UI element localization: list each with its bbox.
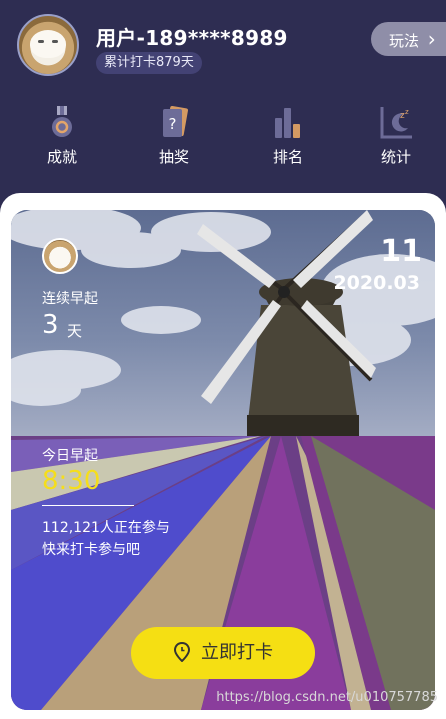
feature-nav: 成就 ? 抽奖 排名 z z 统计: [0, 100, 446, 172]
medal-icon: [52, 106, 72, 137]
date-year-month: 2020.03: [333, 272, 420, 294]
svg-text:z: z: [405, 108, 409, 116]
nav-item-statistics[interactable]: z z 统计: [351, 100, 441, 167]
checkin-now-label: 立即打卡: [201, 642, 273, 663]
username: 用户-189****8989: [96, 26, 288, 50]
nav-label-statistics: 统计: [380, 148, 411, 166]
cat-face-image: [30, 30, 66, 58]
streak-unit: 天: [67, 322, 83, 340]
nav-label-achievements: 成就: [46, 148, 77, 166]
checkin-now-button[interactable]: 立即打卡: [131, 627, 315, 679]
ranking-bars-icon: [275, 108, 300, 138]
participants-count: 112,121人正在参与: [42, 520, 170, 536]
today-wakeup-time: 8:30: [42, 466, 101, 496]
chevron-right-icon: ›: [427, 27, 436, 51]
checkin-total-badge: 累计打卡879天: [96, 52, 202, 74]
nav-label-ranking: 排名: [272, 148, 303, 166]
svg-text:?: ?: [169, 115, 177, 133]
divider: [42, 505, 134, 506]
statistics-sleep-icon: z z: [380, 107, 412, 139]
watermark: https://blog.csdn.net/u010757785: [216, 690, 438, 705]
lottery-card-icon: ?: [163, 105, 188, 137]
streak-value: 3: [42, 310, 59, 340]
card-avatar: [42, 238, 78, 274]
location-pin-icon: [173, 641, 191, 662]
user-avatar[interactable]: [17, 14, 79, 76]
join-invitation-text: 快来打卡参与吧: [42, 542, 140, 558]
rules-button[interactable]: 玩法 ›: [371, 22, 446, 56]
nav-label-lottery: 抽奖: [158, 148, 189, 166]
rules-button-label: 玩法: [389, 32, 420, 50]
nav-item-achievements[interactable]: 成就: [17, 100, 107, 167]
today-wakeup-label: 今日早起: [42, 448, 98, 464]
date-day: 11: [380, 234, 422, 269]
nav-item-ranking[interactable]: 排名: [243, 100, 333, 167]
nav-item-lottery[interactable]: ? 抽奖: [129, 100, 219, 167]
streak-label: 连续早起: [42, 291, 98, 307]
